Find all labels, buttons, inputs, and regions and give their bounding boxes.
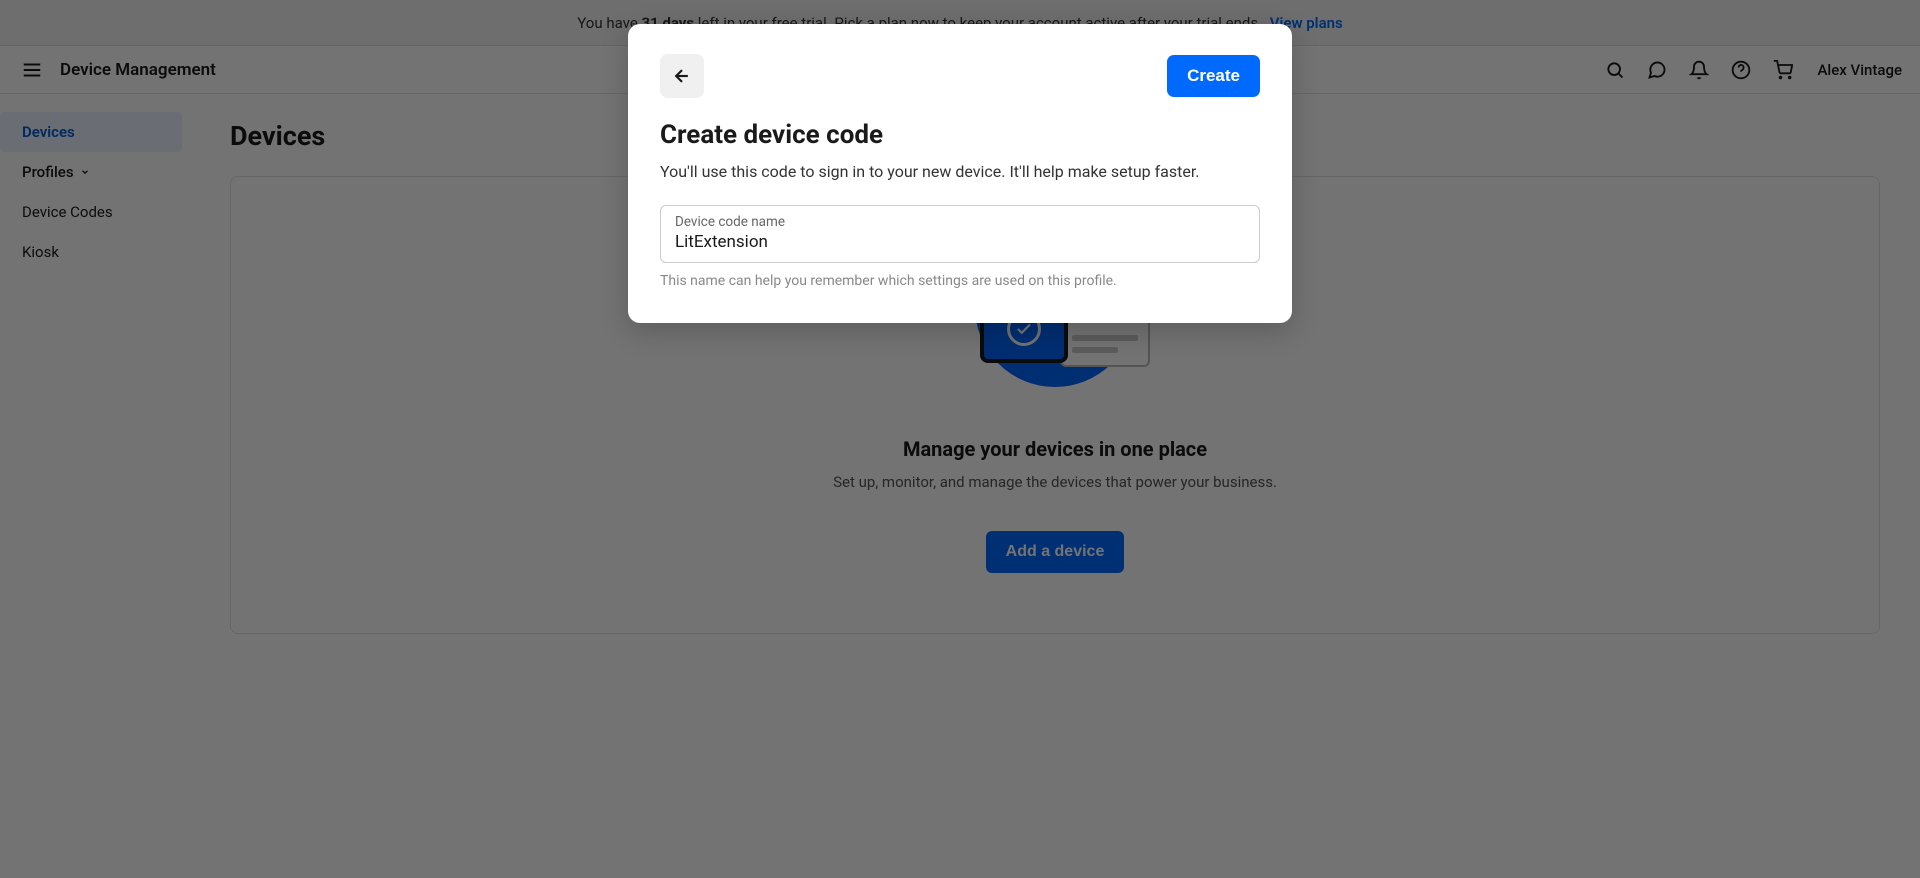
arrow-left-icon: [672, 66, 692, 86]
device-code-name-field[interactable]: Device code name: [660, 205, 1260, 263]
field-label: Device code name: [675, 214, 1245, 230]
modal-description: You'll use this code to sign in to your …: [660, 162, 1260, 181]
back-button[interactable]: [660, 54, 704, 98]
create-button[interactable]: Create: [1167, 55, 1260, 97]
modal-title: Create device code: [660, 120, 1260, 150]
create-device-code-modal: Create Create device code You'll use thi…: [628, 24, 1292, 323]
field-hint: This name can help you remember which se…: [660, 273, 1260, 289]
modal-overlay[interactable]: Create Create device code You'll use thi…: [0, 0, 1920, 878]
device-code-name-input[interactable]: [675, 232, 1245, 252]
